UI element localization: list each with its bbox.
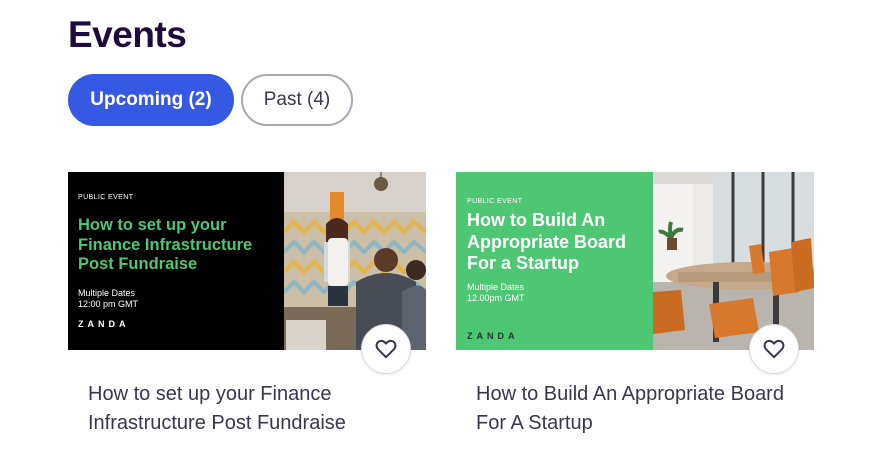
event-banner-text-panel: PUBLIC EVENT How to Build An Appropriate… bbox=[456, 172, 653, 350]
event-banner-dates-line1: Multiple Dates bbox=[467, 281, 525, 292]
event-title[interactable]: How to Build An Appropriate Board For A … bbox=[476, 380, 806, 438]
boardroom-photo bbox=[653, 172, 814, 350]
event-banner-dates-line2: 12.00pm GMT bbox=[467, 292, 525, 303]
event-image[interactable]: PUBLIC EVENT How to Build An Appropriate… bbox=[456, 172, 814, 350]
save-event-button[interactable] bbox=[749, 324, 799, 374]
event-banner-dates-line1: Multiple Dates bbox=[78, 287, 136, 298]
event-image[interactable]: PUBLIC EVENT How to set up your Finance … bbox=[68, 172, 426, 350]
event-banner-dates: Multiple Dates 12.00pm GMT bbox=[467, 282, 643, 304]
event-banner-dates: Multiple Dates 12:00 pm GMT bbox=[78, 288, 274, 310]
heart-icon bbox=[375, 339, 397, 359]
event-card[interactable]: PUBLIC EVENT How to set up your Finance … bbox=[68, 172, 426, 434]
office-presentation-photo bbox=[284, 172, 426, 350]
save-event-button[interactable] bbox=[361, 324, 411, 374]
tab-past-label: Past (4) bbox=[263, 89, 331, 110]
zanda-logo: ZANDA bbox=[78, 318, 130, 329]
event-banner-tag: PUBLIC EVENT bbox=[78, 194, 134, 201]
event-banner-dates-line2: 12:00 pm GMT bbox=[78, 298, 139, 309]
page-title: Events bbox=[68, 14, 187, 55]
event-banner-title: How to Build An Appropriate Board For a … bbox=[467, 210, 627, 273]
event-banner-text-panel: PUBLIC EVENT How to set up your Finance … bbox=[68, 172, 284, 350]
tab-upcoming-label: Upcoming (2) bbox=[90, 89, 212, 110]
event-card[interactable]: PUBLIC EVENT How to Build An Appropriate… bbox=[456, 172, 814, 434]
event-banner-tag: PUBLIC EVENT bbox=[467, 198, 523, 205]
tab-past[interactable]: Past (4) bbox=[241, 74, 353, 126]
heart-icon bbox=[763, 339, 785, 359]
event-banner-title: How to set up your Finance Infrastructur… bbox=[78, 216, 253, 273]
event-title[interactable]: How to set up your Finance Infrastructur… bbox=[88, 380, 418, 438]
zanda-logo: ZANDA bbox=[467, 330, 519, 341]
tab-upcoming[interactable]: Upcoming (2) bbox=[68, 74, 234, 126]
